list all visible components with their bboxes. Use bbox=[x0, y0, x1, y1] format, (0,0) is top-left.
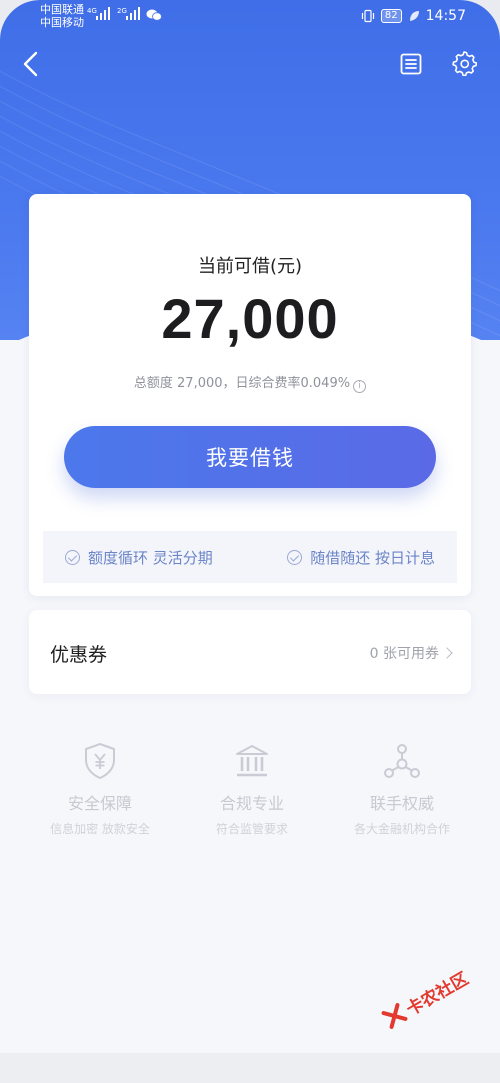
leaf-icon bbox=[409, 11, 419, 21]
check-circle-icon bbox=[65, 549, 80, 565]
badge-subtitle: 各大金融机构合作 bbox=[353, 822, 450, 836]
coupon-count-text: 0 张可用券 bbox=[369, 646, 439, 662]
signal-icon-2 bbox=[126, 6, 140, 20]
watermark-text: 卡农社区 bbox=[402, 968, 472, 1020]
chevron-right-icon bbox=[441, 647, 453, 659]
app-screen: 中国联通 中国移动 4G 2G 82 14:57 当前可借(元) 27,000 … bbox=[0, 0, 500, 1083]
badge-subtitle: 符合监管要求 bbox=[215, 822, 288, 836]
badge-subtitle: 信息加密 放款安全 bbox=[50, 822, 150, 836]
vibrate-icon bbox=[361, 9, 375, 23]
coupon-title: 优惠券 bbox=[50, 644, 108, 666]
badge-compliance: 合规专业 符合监管要求 bbox=[172, 742, 332, 837]
available-amount: 27,000 bbox=[161, 287, 339, 350]
badge-security: 安全保障 信息加密 放款安全 bbox=[20, 742, 180, 837]
carrier-info: 中国联通 中国移动 bbox=[40, 3, 84, 29]
coupon-count: 0 张可用券 bbox=[369, 643, 453, 663]
bottom-edge bbox=[0, 1053, 500, 1083]
status-right: 82 14:57 bbox=[361, 8, 466, 24]
battery-level: 82 bbox=[380, 9, 402, 23]
clock: 14:57 bbox=[425, 8, 466, 24]
status-bar: 中国联通 中国移动 4G 2G 82 14:57 bbox=[0, 0, 500, 34]
coupon-row[interactable]: 优惠券 0 张可用券 bbox=[29, 610, 471, 694]
carrier-2: 中国移动 bbox=[40, 16, 84, 29]
check-circle-icon bbox=[287, 549, 303, 565]
feature-label: 随借随还 按日计息 bbox=[310, 548, 435, 567]
badge-title: 安全保障 bbox=[67, 794, 132, 813]
credit-card: 当前可借(元) 27,000 总额度 27,000，日综合费率0.049% i 我… bbox=[29, 194, 471, 596]
badge-authority: 联手权威 各大金融机构合作 bbox=[322, 742, 482, 837]
signal-icon bbox=[96, 6, 110, 20]
carrier-1: 中国联通 bbox=[40, 3, 84, 16]
shield-yen-icon bbox=[85, 742, 115, 780]
badge-title: 联手权威 bbox=[369, 794, 434, 813]
feature-strip: 额度循环 灵活分期 随借随还 按日计息 bbox=[43, 531, 457, 583]
available-label: 当前可借(元) bbox=[197, 256, 303, 277]
info-icon[interactable]: i bbox=[353, 380, 367, 393]
credit-summary: 总额度 27,000，日综合费率0.049% i bbox=[29, 372, 471, 393]
trust-badges: 安全保障 信息加密 放款安全 合规专业 符合监管要求 联手权威 各大金融机构合作 bbox=[0, 742, 500, 852]
gear-icon[interactable] bbox=[451, 50, 477, 76]
credit-summary-text: 总额度 27,000，日综合费率0.049% bbox=[133, 376, 351, 391]
feature-label: 额度循环 灵活分期 bbox=[88, 548, 213, 567]
document-list-icon[interactable] bbox=[399, 52, 423, 76]
badge-title: 合规专业 bbox=[219, 794, 284, 813]
wechat-icon bbox=[146, 9, 162, 21]
bank-building-icon bbox=[236, 745, 268, 777]
back-chevron-icon[interactable] bbox=[20, 50, 42, 78]
borrow-button[interactable]: 我要借钱 bbox=[64, 426, 436, 488]
feature-item: 随借随还 按日计息 bbox=[287, 547, 435, 568]
watermark-logo: 卡农社区 bbox=[372, 950, 483, 1044]
network-nodes-icon bbox=[384, 744, 420, 778]
feature-item: 额度循环 灵活分期 bbox=[65, 547, 213, 568]
